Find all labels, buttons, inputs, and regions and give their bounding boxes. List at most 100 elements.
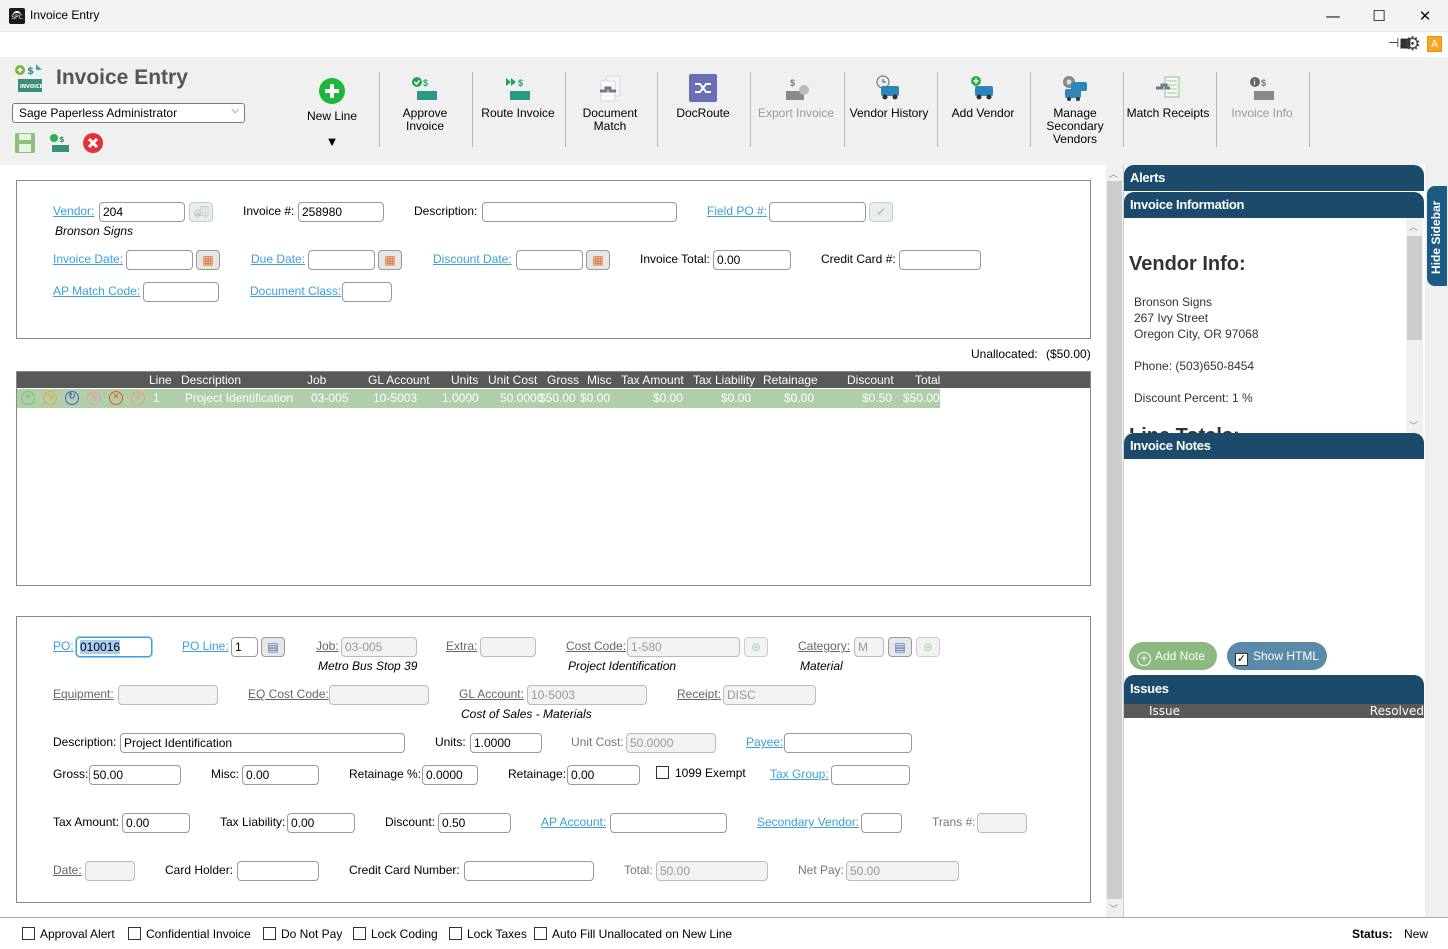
tax-group-input[interactable] — [831, 765, 910, 785]
credit-card-input[interactable] — [899, 250, 981, 270]
cost-code-add-button[interactable]: ⊕ — [744, 637, 768, 657]
po-line-input[interactable]: 1 — [231, 637, 258, 657]
description-input[interactable] — [482, 202, 677, 222]
ap-match-code-link[interactable]: AP Match Code: — [53, 284, 140, 298]
vendor-link[interactable]: Vendor: — [53, 204, 94, 218]
new-line-dropdown-icon[interactable]: ▼ — [290, 135, 374, 148]
secondary-vendor-input[interactable] — [861, 813, 902, 833]
vendor-input[interactable]: 204 — [99, 202, 185, 222]
maximize-button[interactable]: ☐ — [1356, 0, 1402, 32]
invoice-information-header[interactable]: Invoice Information — [1124, 192, 1424, 218]
add-vendor-button[interactable]: Add Vendor — [940, 62, 1026, 157]
equipment-input[interactable] — [118, 685, 218, 705]
col-total[interactable]: Total — [915, 373, 940, 387]
add-line-icon[interactable]: + — [21, 391, 35, 405]
line-description-input[interactable]: Project Identification — [120, 733, 405, 753]
misc-input[interactable]: 0.00 — [242, 765, 319, 785]
col-gl-account[interactable]: GL Account — [368, 373, 430, 387]
col-discount[interactable]: Discount — [847, 373, 894, 387]
do-not-pay-checkbox[interactable]: Do Not Pay — [263, 927, 342, 941]
ap-match-code-input[interactable] — [143, 282, 219, 302]
approval-alert-checkbox[interactable]: Approval Alert — [22, 927, 115, 941]
cost-code-link[interactable]: Cost Code: — [566, 639, 626, 653]
discount-date-input[interactable] — [516, 250, 583, 270]
receipt-link[interactable]: Receipt: — [677, 687, 721, 701]
eq-cost-code-input[interactable] — [329, 685, 429, 705]
job-input[interactable]: 03-005 — [341, 637, 417, 657]
total-input[interactable]: 50.00 — [656, 861, 768, 881]
close-window-button[interactable]: ✕ — [1402, 0, 1448, 32]
alert-a-icon[interactable]: A — [1427, 36, 1442, 52]
info-scrollbar-thumb[interactable] — [1407, 236, 1422, 340]
auto-fill-unallocated-checkbox[interactable]: Auto Fill Unallocated on New Line — [534, 927, 732, 941]
minimize-button[interactable]: — — [1310, 0, 1356, 32]
po-line-link[interactable]: PO Line: — [182, 639, 229, 653]
invoice-total-input[interactable]: 0.00 — [713, 250, 791, 270]
hide-sidebar-button[interactable]: Hide Sidebar — [1427, 186, 1447, 286]
col-tax-liability[interactable]: Tax Liability — [693, 373, 755, 387]
manage-secondary-vendors-button[interactable]: Manage Secondary Vendors — [1033, 62, 1117, 157]
date-link[interactable]: Date: — [53, 863, 82, 877]
col-line[interactable]: Line — [149, 373, 172, 387]
po-line-lookup-button[interactable]: ▤ — [261, 637, 285, 657]
document-class-input[interactable] — [342, 282, 392, 302]
credit-card-number-input[interactable] — [464, 861, 594, 881]
save-icon[interactable] — [14, 132, 36, 154]
card-holder-input[interactable] — [237, 861, 319, 881]
secondary-vendor-link[interactable]: Secondary Vendor: — [757, 815, 859, 829]
exempt-1099-checkbox[interactable]: 1099 Exempt — [656, 766, 746, 780]
po-input[interactable]: 010016 — [76, 637, 152, 657]
gear-icon[interactable]: ⚙ — [1404, 33, 1421, 55]
col-description[interactable]: Description — [181, 373, 241, 387]
add-note-button[interactable]: + Add Note — [1129, 642, 1217, 670]
category-add-button[interactable]: ⊕ — [916, 637, 940, 657]
net-pay-input[interactable]: 50.00 — [846, 861, 959, 881]
table-row[interactable]: + ↘ ↻ $ ✕ ? 1 Project Identification 03-… — [17, 389, 940, 408]
due-date-calendar-button[interactable]: ▦ — [378, 250, 402, 270]
field-po-input[interactable] — [769, 202, 866, 222]
gl-account-link[interactable]: GL Account: — [459, 687, 524, 701]
help-line-icon[interactable]: ? — [131, 391, 145, 405]
route-invoice-button[interactable]: $ Route Invoice — [475, 62, 561, 157]
discount-date-link[interactable]: Discount Date: — [433, 252, 512, 266]
docroute-button[interactable]: DocRoute — [661, 62, 745, 157]
retainage-input[interactable]: 0.00 — [567, 765, 640, 785]
category-lookup-button[interactable]: ▤ — [888, 637, 912, 657]
approve-invoice-button[interactable]: $ Approve Invoice — [383, 62, 467, 157]
scroll-down-icon[interactable]: ﹀ — [1109, 902, 1118, 915]
gross-input[interactable]: 50.00 — [89, 765, 181, 785]
payee-link[interactable]: Payee: — [746, 735, 783, 749]
invoice-date-input[interactable] — [126, 250, 193, 270]
equipment-link[interactable]: Equipment: — [53, 687, 114, 701]
scroll-up-icon[interactable]: ︿ — [1409, 220, 1418, 233]
invoice-date-link[interactable]: Invoice Date: — [53, 252, 123, 266]
discount-input[interactable]: 0.50 — [438, 813, 511, 833]
refresh-line-icon[interactable]: ↻ — [65, 391, 79, 405]
extra-input[interactable] — [480, 637, 536, 657]
discount-date-calendar-button[interactable]: ▦ — [586, 250, 610, 270]
document-class-link[interactable]: Document Class: — [250, 284, 341, 298]
units-input[interactable]: 1.0000 — [470, 733, 542, 753]
vendor-lookup-button[interactable]: 🚚︎ — [189, 202, 213, 222]
invoice-info-button[interactable]: i $ Invoice Info — [1219, 62, 1305, 157]
po-link[interactable]: PO: — [53, 639, 74, 653]
job-link[interactable]: Job: — [316, 639, 339, 653]
confidential-invoice-checkbox[interactable]: Confidential Invoice — [128, 927, 251, 941]
lock-coding-checkbox[interactable]: Lock Coding — [353, 927, 438, 941]
due-date-input[interactable] — [308, 250, 375, 270]
lock-taxes-checkbox[interactable]: Lock Taxes — [449, 927, 527, 941]
user-select[interactable]: Sage Paperless Administrator ⌵ — [12, 103, 245, 123]
date-input[interactable] — [85, 861, 135, 881]
show-html-toggle[interactable]: ✓ Show HTML — [1227, 642, 1327, 670]
tax-group-link[interactable]: Tax Group: — [770, 767, 829, 781]
col-resolved[interactable]: Resolved — [1370, 704, 1424, 718]
gl-account-input[interactable]: 10-5003 — [527, 685, 647, 705]
payee-input[interactable] — [784, 733, 912, 753]
category-link[interactable]: Category: — [798, 639, 850, 653]
tax-amount-input[interactable]: 0.00 — [122, 813, 190, 833]
tax-liability-input[interactable]: 0.00 — [287, 813, 355, 833]
split-line-icon[interactable]: ↘ — [43, 391, 57, 405]
dollar-line-icon[interactable]: $ — [87, 391, 101, 405]
document-match-button[interactable]: Document Match — [568, 62, 652, 157]
col-gross[interactable]: Gross — [547, 373, 579, 387]
